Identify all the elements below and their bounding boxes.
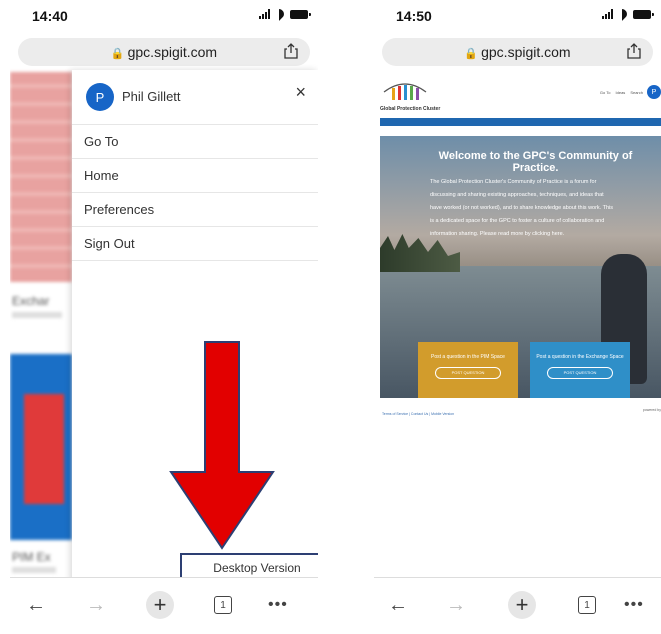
menu-item-preferences[interactable]: Preferences [72, 193, 318, 227]
more-icon[interactable]: ••• [268, 592, 288, 618]
user-name[interactable]: Phil Gillett [122, 89, 181, 104]
desktop-site: Global Protection Cluster Go To Ideas Se… [380, 72, 661, 432]
new-tab-button[interactable]: + [146, 591, 174, 619]
header-link-search[interactable]: Search [630, 90, 643, 95]
site-nav: Home About [380, 118, 661, 132]
battery-icon [290, 9, 311, 19]
battery-icon [633, 9, 654, 19]
gpc-logo[interactable]: Global Protection Cluster [380, 78, 440, 112]
pim-question-card: Post a question in the PIM Space POST QU… [418, 342, 518, 398]
avatar[interactable]: P [86, 83, 114, 111]
signal-icon [602, 9, 613, 19]
plus-icon: + [508, 591, 536, 619]
menu-item-sign-out[interactable]: Sign Out [72, 227, 318, 261]
left-screenshot: 14:40 🔒 gpc.spigit.com Exchar PIM Ex P Ph… [10, 0, 318, 634]
status-bar: 14:40 [10, 0, 318, 32]
thumbnail-caption-2: PIM Ex [12, 550, 51, 564]
header-links: Go To Ideas Search [600, 90, 643, 95]
thumbnail-image [10, 72, 72, 282]
exchange-card-title: Post a question in the Exchange Space [536, 354, 624, 360]
tabs-count: 1 [578, 596, 596, 614]
status-icons [259, 9, 311, 19]
pim-card-title: Post a question in the PIM Space [431, 354, 505, 360]
gpc-logo-icon [383, 83, 427, 100]
forward-arrow-icon[interactable]: → [86, 592, 106, 618]
menu-item-home[interactable]: Home [72, 159, 318, 193]
share-icon[interactable] [284, 43, 298, 59]
close-icon[interactable]: × [295, 82, 306, 103]
exchange-question-card: Post a question in the Exchange Space PO… [530, 342, 630, 398]
nav-about[interactable]: About [404, 127, 416, 132]
wifi-icon [617, 9, 629, 19]
lock-icon: 🔒 [464, 48, 479, 60]
logo-text: Global Protection Cluster [380, 106, 441, 112]
url-text: gpc.spigit.com [481, 44, 571, 60]
footer-links[interactable]: Terms of Service | Contact Us | Mobile V… [382, 412, 454, 416]
status-time: 14:40 [32, 8, 68, 24]
nav-home[interactable]: Home [384, 127, 396, 132]
tabs-button[interactable]: 1 [214, 592, 232, 618]
pim-post-question-button[interactable]: POST QUESTION [435, 367, 501, 379]
back-arrow-icon[interactable]: ← [26, 592, 46, 618]
caption-placeholder-2 [12, 567, 56, 573]
back-arrow-icon[interactable]: ← [388, 592, 408, 618]
share-icon[interactable] [627, 43, 641, 59]
status-bar: 14:50 [374, 0, 661, 32]
browser-toolbar: ← → + 1 ••• [374, 577, 661, 634]
exchange-post-question-button[interactable]: POST QUESTION [547, 367, 613, 379]
right-screenshot: 14:50 🔒 gpc.spigit.com Global Protection … [374, 0, 661, 634]
red-arrow-annotation [169, 341, 275, 550]
lock-icon: 🔒 [110, 48, 125, 60]
header-link-go-to[interactable]: Go To [600, 90, 611, 95]
avatar[interactable]: P [647, 85, 661, 99]
status-time: 14:50 [396, 8, 432, 24]
side-menu: P Phil Gillett × Go To Home Preferences … [72, 70, 318, 583]
browser-toolbar: ← → + 1 ••• [10, 577, 318, 634]
thumbnail-image-2 [10, 354, 72, 540]
signal-icon [259, 9, 270, 19]
tabs-count: 1 [214, 596, 232, 614]
site-header: Global Protection Cluster Go To Ideas Se… [380, 72, 661, 116]
plus-icon: + [146, 591, 174, 619]
thumbnail-caption: Exchar [12, 294, 50, 308]
address-bar[interactable]: 🔒 gpc.spigit.com [382, 38, 653, 66]
forward-arrow-icon[interactable]: → [446, 592, 466, 618]
hero-title: Welcome to the GPC's Community of Practi… [438, 150, 633, 174]
menu-item-go-to[interactable]: Go To [72, 125, 318, 159]
more-icon[interactable]: ••• [624, 592, 644, 618]
wifi-icon [274, 9, 286, 19]
hero-banner: Welcome to the GPC's Community of Practi… [380, 136, 661, 398]
underlying-page: Exchar PIM Ex [10, 72, 72, 582]
tabs-button[interactable]: 1 [578, 592, 596, 618]
address-bar[interactable]: 🔒 gpc.spigit.com [18, 38, 310, 66]
menu-header: P Phil Gillett × [72, 70, 318, 125]
powered-by: powered by [642, 408, 661, 412]
hero-description: The Global Protection Cluster's Communit… [430, 179, 614, 237]
new-tab-button[interactable]: + [508, 591, 536, 619]
header-link-ideas[interactable]: Ideas [616, 90, 626, 95]
status-icons [602, 9, 654, 19]
url-text: gpc.spigit.com [127, 44, 218, 60]
caption-placeholder [12, 312, 62, 318]
